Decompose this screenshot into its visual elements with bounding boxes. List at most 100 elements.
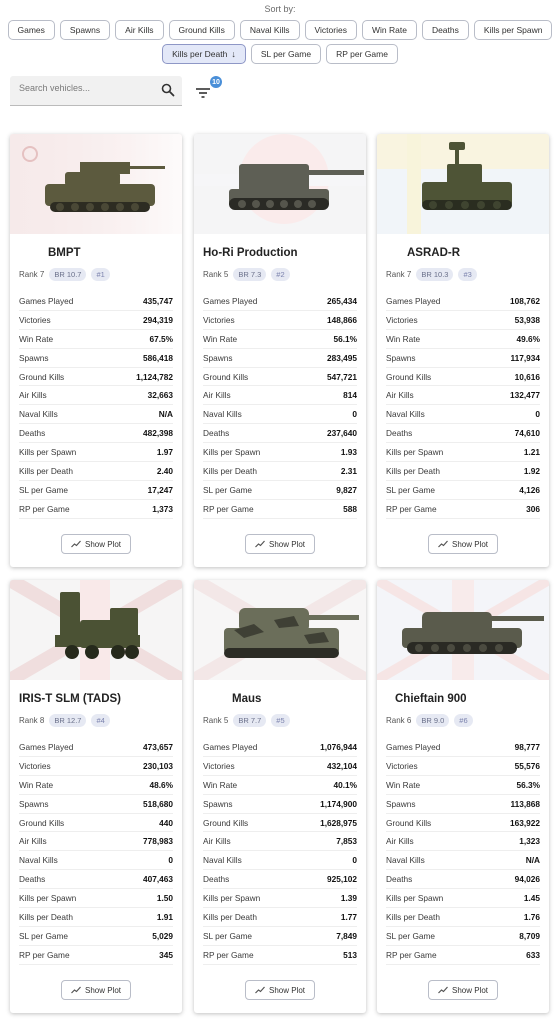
stat-row-victories: Victories 294,319 (19, 311, 173, 330)
stat-value: 345 (159, 949, 173, 960)
stat-row-kills-per-spawn: Kills per Spawn 1.93 (203, 443, 357, 463)
stat-label: Naval Kills (386, 855, 425, 866)
show-plot-label: Show Plot (84, 985, 122, 995)
stat-label: Victories (386, 314, 418, 325)
stat-value: 40.1% (333, 779, 357, 790)
stat-value: 547,721 (327, 371, 357, 382)
stat-label: Kills per Death (203, 911, 257, 922)
vehicle-br-badge: BR 10.7 (49, 268, 87, 281)
stat-row-spawns: Spawns 1,174,900 (203, 795, 357, 814)
line-chart-icon (255, 540, 265, 548)
stat-row-naval-kills: Naval Kills N/A (386, 851, 540, 871)
stat-value: 55,576 (514, 760, 540, 771)
vehicle-tags: Rank 6 BR 9.0 #6 (386, 714, 473, 727)
search-input[interactable] (19, 83, 154, 93)
vehicle-rank: Rank 7 (19, 270, 45, 279)
stat-label: Spawns (19, 798, 49, 809)
sort-chip-sl-per-game[interactable]: SL per Game (250, 44, 322, 64)
stat-label: Deaths (203, 874, 230, 885)
stat-label: Games Played (19, 741, 74, 752)
show-plot-label: Show Plot (451, 539, 489, 549)
stat-value: 7,853 (336, 836, 357, 847)
stat-label: Air Kills (19, 836, 47, 847)
stat-label: Games Played (203, 741, 258, 752)
stat-row-rp-per-game: RP per Game 588 (203, 500, 357, 519)
stat-label: Victories (386, 760, 418, 771)
search-icon[interactable] (161, 83, 175, 97)
stat-row-deaths: Deaths 482,398 (19, 424, 173, 444)
stat-value: 1,076,944 (320, 741, 357, 752)
show-plot-button[interactable]: Show Plot (428, 534, 498, 554)
stat-value: N/A (525, 855, 540, 866)
stat-label: Naval Kills (386, 409, 425, 420)
stat-label: Ground Kills (386, 817, 432, 828)
stat-row-air-kills: Air Kills 814 (203, 386, 357, 406)
stat-label: Spawns (19, 352, 49, 363)
vehicle-tags: Rank 7 BR 10.3 #3 (386, 268, 477, 281)
stat-value: 56.1% (333, 333, 357, 344)
sort-chip-games[interactable]: Games (7, 20, 55, 40)
sort-chip-kills-per-death[interactable]: Kills per Death ↓ (162, 44, 246, 64)
stat-row-ground-kills: Ground Kills 440 (19, 814, 173, 833)
stat-label: Naval Kills (203, 855, 242, 866)
stat-value: 440 (159, 817, 173, 828)
sort-chip-victories[interactable]: Victories (304, 20, 357, 40)
vehicle-position-badge: #1 (91, 268, 110, 281)
stat-label: Ground Kills (203, 817, 249, 828)
stat-value: 132,477 (510, 390, 540, 401)
stat-label: Air Kills (203, 836, 231, 847)
stat-row-ground-kills: Ground Kills 547,721 (203, 368, 357, 387)
filter-icon[interactable] (194, 85, 212, 101)
show-plot-button[interactable]: Show Plot (428, 980, 498, 1000)
show-plot-button[interactable]: Show Plot (61, 534, 131, 554)
show-plot-button[interactable]: Show Plot (245, 534, 315, 554)
stat-label: Spawns (386, 798, 416, 809)
sort-chip-kills-per-spawn[interactable]: Kills per Spawn (473, 20, 553, 40)
sort-chip-air-kills[interactable]: Air Kills (115, 20, 164, 40)
stat-value: 265,434 (327, 295, 357, 306)
stat-row-games: Games Played 1,076,944 (203, 738, 357, 757)
stat-value: 306 (526, 503, 540, 514)
stat-value: 56.3% (516, 779, 540, 790)
sort-chip-naval-kills[interactable]: Naval Kills (239, 20, 300, 40)
stat-row-games: Games Played 98,777 (386, 738, 540, 757)
stat-row-kills-per-death: Kills per Death 1.92 (386, 462, 540, 481)
stat-label: SL per Game (203, 484, 253, 495)
stat-value: 0 (352, 855, 357, 866)
sort-chip-deaths[interactable]: Deaths (421, 20, 469, 40)
show-plot-button[interactable]: Show Plot (61, 980, 131, 1000)
stat-label: Naval Kills (203, 409, 242, 420)
sort-chip-win-rate[interactable]: Win Rate (361, 20, 417, 40)
sort-chip-spawns[interactable]: Spawns (59, 20, 111, 40)
stat-label: Win Rate (203, 333, 238, 344)
stat-label: Air Kills (386, 390, 414, 401)
stat-value: 1,174,900 (320, 798, 357, 809)
filter-count-badge: 10 (210, 76, 222, 88)
vehicle-rank: Rank 6 (386, 716, 412, 725)
stat-value: 2.40 (156, 465, 173, 476)
vehicle-card: BMPT Rank 7 BR 10.7 #1 Games Played 435,7… (10, 134, 182, 567)
sort-chip-rp-per-game[interactable]: RP per Game (326, 44, 398, 64)
vehicle-picture (10, 580, 182, 680)
stat-value: 0 (352, 409, 357, 420)
vehicle-tags: Rank 5 BR 7.7 #5 (203, 714, 290, 727)
stat-value: 108,762 (510, 295, 540, 306)
stat-label: Deaths (386, 874, 413, 885)
stat-row-air-kills: Air Kills 1,323 (386, 832, 540, 852)
vehicle-tags: Rank 8 BR 12.7 #4 (19, 714, 110, 727)
sort-chip-ground-kills[interactable]: Ground Kills (168, 20, 235, 40)
show-plot-button[interactable]: Show Plot (245, 980, 315, 1000)
stat-value: 0 (535, 409, 540, 420)
vehicle-rank: Rank 8 (19, 716, 45, 725)
vehicle-picture (377, 134, 549, 234)
sort-chip-label: Kills per Death (172, 49, 228, 59)
stat-row-victories: Victories 148,866 (203, 311, 357, 330)
vehicle-picture (194, 580, 366, 680)
stat-row-kills-per-death: Kills per Death 1.91 (19, 908, 173, 927)
vehicle-name: BMPT (48, 247, 81, 259)
vehicle-image (194, 580, 366, 680)
vehicle-name: ASRAD-R (407, 247, 461, 259)
stat-row-ground-kills: Ground Kills 1,124,782 (19, 368, 173, 387)
stat-row-win-rate: Win Rate 56.3% (386, 776, 540, 795)
stat-label: Naval Kills (19, 409, 58, 420)
